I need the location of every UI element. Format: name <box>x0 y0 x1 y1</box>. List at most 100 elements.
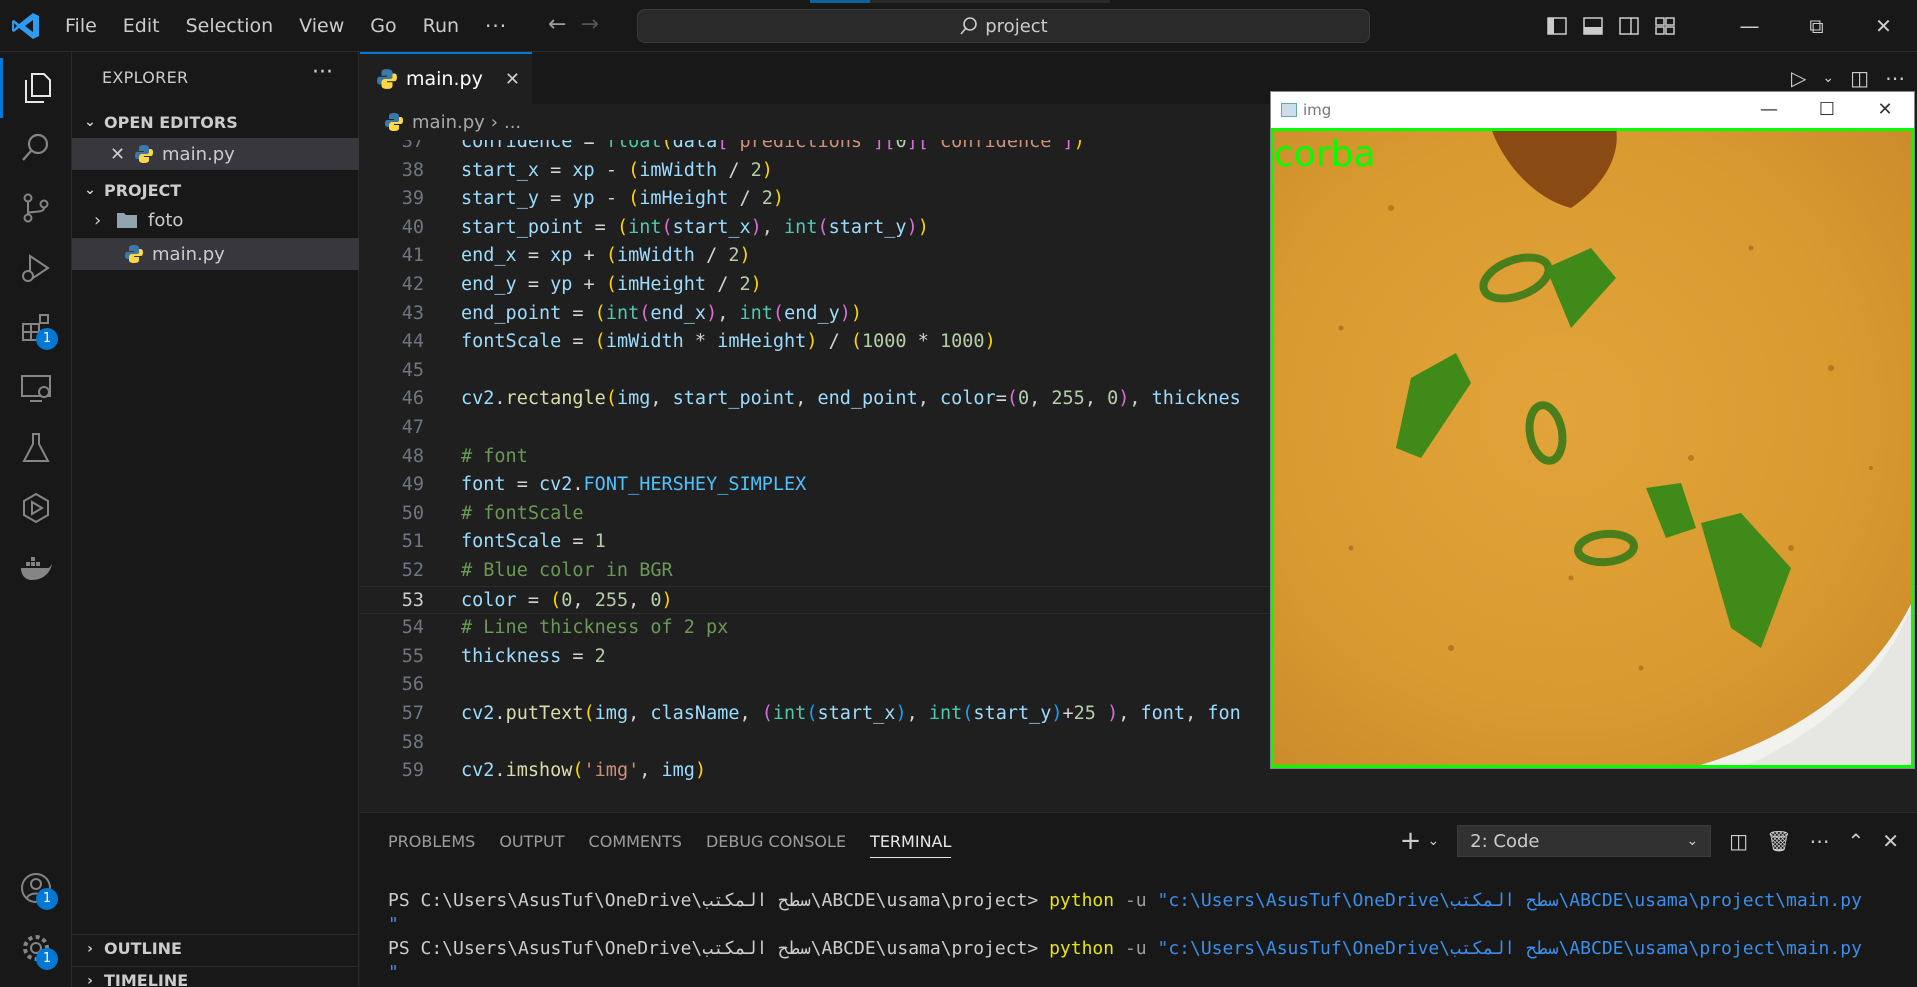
menu-more[interactable]: ··· <box>472 0 520 52</box>
minimize-window-icon[interactable]: — <box>1740 92 1798 128</box>
tab-main-py[interactable]: main.py ✕ <box>360 52 532 104</box>
run-file-icon[interactable]: ▷ <box>1791 66 1806 90</box>
tab-problems[interactable]: PROBLEMS <box>388 832 475 851</box>
close-panel-icon[interactable]: ✕ <box>1882 829 1899 853</box>
line-number: 45 <box>401 359 424 381</box>
accounts-icon[interactable]: 1 <box>0 858 72 918</box>
more-actions-icon[interactable]: ⋯ <box>1885 66 1905 90</box>
line-source: cv2.putText(img, clasName, (int(start_x)… <box>461 703 1241 724</box>
line-source: start_y = yp - (imHeight / 2) <box>461 188 785 210</box>
menu-selection[interactable]: Selection <box>173 0 287 52</box>
panel-actions: + ⌄ 2: Code ⌄ ◫ 🗑 ⋯ ⌃ ✕ <box>1400 825 1917 857</box>
explorer-icon[interactable] <box>0 58 72 118</box>
maximize-panel-chevron-up-icon[interactable]: ⌃ <box>1847 829 1864 853</box>
run-debug-icon[interactable] <box>0 238 72 298</box>
terminal-select[interactable]: 2: Code ⌄ <box>1457 825 1712 857</box>
more-actions-icon[interactable]: ⋯ <box>1809 829 1829 853</box>
tree-item-main-py[interactable]: main.py <box>72 238 359 270</box>
remote-explorer-icon[interactable] <box>0 358 72 418</box>
opencv-image-window[interactable]: img — ☐ ✕ corba <box>1270 91 1915 769</box>
python-file-icon <box>125 245 143 263</box>
activity-bar: 1 1 1 <box>0 52 72 987</box>
terminal-prompt: PS C:\Users\AsusTuf\OneDrive\سطح المكتب\… <box>388 890 1039 911</box>
terminal-line: PS C:\Users\AsusTuf\OneDrive\سطح المكتب\… <box>388 889 1862 913</box>
line-source: font = cv2.FONT_HERSHEY_SIMPLEX <box>461 474 807 496</box>
menu-run[interactable]: Run <box>410 0 472 52</box>
breadcrumb-symbols[interactable]: ... <box>504 112 521 133</box>
tab-terminal[interactable]: TERMINAL <box>870 832 952 858</box>
tree-item-foto[interactable]: › foto <box>72 204 359 236</box>
explorer-more-actions[interactable]: ··· <box>312 60 333 85</box>
customize-layout-icon[interactable] <box>1654 15 1676 37</box>
explorer-title: EXPLORER <box>102 68 189 87</box>
bottom-panel: PROBLEMS OUTPUT COMMENTS DEBUG CONSOLE T… <box>360 812 1917 987</box>
new-terminal-icon[interactable]: + <box>1400 826 1422 856</box>
open-editors-section[interactable]: ⌄ OPEN EDITORS <box>72 108 359 136</box>
line-number: 50 <box>401 502 424 524</box>
timeline-section[interactable]: › TIMELINE <box>72 966 359 987</box>
toggle-sidebar-icon[interactable] <box>1546 15 1568 37</box>
kill-terminal-trash-icon[interactable]: 🗑 <box>1766 829 1791 853</box>
image-window-title: img <box>1303 101 1332 119</box>
run-dropdown-chevron-icon[interactable]: ⌄ <box>1822 66 1834 90</box>
vscode-logo-icon <box>12 13 39 39</box>
line-source: color = (0, 255, 0) <box>461 589 673 611</box>
toggle-panel-icon[interactable] <box>1582 15 1604 37</box>
close-window-icon[interactable]: ✕ <box>1856 92 1914 128</box>
menu-edit[interactable]: Edit <box>110 0 173 52</box>
chevron-down-icon: ⌄ <box>84 182 96 198</box>
close-tab-icon[interactable]: ✕ <box>505 69 520 90</box>
forward-arrow-icon[interactable]: → <box>580 12 598 37</box>
menu-file[interactable]: File <box>52 0 110 52</box>
maximize-window-icon[interactable]: ☐ <box>1798 92 1856 128</box>
settings-gear-icon[interactable]: 1 <box>0 918 72 978</box>
search-view-icon[interactable] <box>0 118 72 178</box>
line-number: 46 <box>401 388 424 410</box>
line-number: 53 <box>401 589 424 611</box>
title-bar-right: — ⧉ ✕ <box>1546 0 1917 52</box>
back-arrow-icon[interactable]: ← <box>548 12 566 37</box>
line-source: end_x = xp + (imWidth / 2) <box>461 245 751 267</box>
close-icon[interactable]: ✕ <box>110 144 130 165</box>
python-file-icon <box>135 145 153 163</box>
outline-section[interactable]: › OUTLINE <box>72 934 359 962</box>
line-source: end_y = yp + (imHeight / 2) <box>461 274 762 295</box>
source-control-icon[interactable] <box>0 178 72 238</box>
terminal-flag: -u <box>1124 890 1147 911</box>
testing-icon[interactable] <box>0 418 72 478</box>
line-number: 47 <box>401 417 424 438</box>
search-text: project <box>985 15 1048 37</box>
split-editor-icon[interactable]: ◫ <box>1850 66 1869 90</box>
tab-comments[interactable]: COMMENTS <box>589 832 682 851</box>
editor-actions: ▷ ⌄ ◫ ⋯ <box>1791 66 1917 90</box>
gitlens-icon[interactable] <box>0 478 72 538</box>
project-section[interactable]: ⌄ PROJECT <box>72 176 359 204</box>
close-window-icon[interactable]: ✕ <box>1850 0 1917 52</box>
breadcrumb-file[interactable]: main.py <box>412 112 485 133</box>
image-window-titlebar[interactable]: img — ☐ ✕ <box>1271 92 1914 128</box>
line-source: confidence = float(data['predictions'][0… <box>461 140 1085 152</box>
line-source: thickness = 2 <box>461 645 606 667</box>
accounts-badge: 1 <box>36 888 58 910</box>
menu-go[interactable]: Go <box>357 0 409 52</box>
minimize-window-icon[interactable]: — <box>1716 0 1783 52</box>
docker-icon[interactable] <box>0 538 72 598</box>
tab-debug-console[interactable]: DEBUG CONSOLE <box>706 832 846 851</box>
explorer-sidebar: EXPLORER ··· ⌄ OPEN EDITORS ✕ main.py ⌄ … <box>72 52 359 987</box>
search-icon <box>960 17 978 35</box>
restore-window-icon[interactable]: ⧉ <box>1783 0 1850 52</box>
title-bar: File Edit Selection View Go Run ··· ← → … <box>0 0 1917 52</box>
extensions-icon[interactable]: 1 <box>0 298 72 358</box>
toggle-secondary-sidebar-icon[interactable] <box>1618 15 1640 37</box>
split-terminal-icon[interactable]: ◫ <box>1729 829 1748 853</box>
line-number: 38 <box>401 159 424 181</box>
menu-view[interactable]: View <box>286 0 357 52</box>
open-editor-filename: main.py <box>162 143 235 165</box>
window-app-icon <box>1281 103 1297 117</box>
command-center-search[interactable]: project <box>637 9 1370 43</box>
line-number: 52 <box>401 560 424 581</box>
line-source: cv2.imshow('img', img) <box>461 760 707 782</box>
open-editor-item[interactable]: ✕ main.py <box>72 138 359 170</box>
tab-output[interactable]: OUTPUT <box>499 832 564 851</box>
terminal-dropdown-chevron-icon[interactable]: ⌄ <box>1427 833 1439 849</box>
